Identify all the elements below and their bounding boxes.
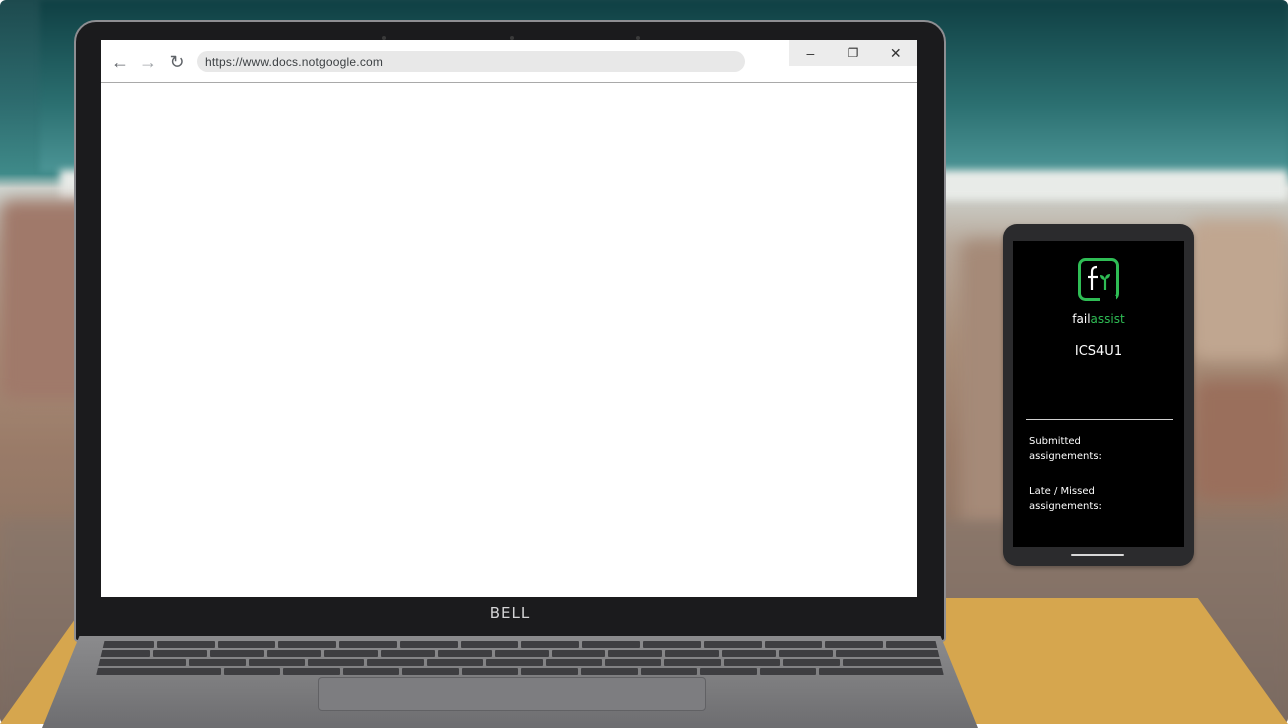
- laptop-screen: ← → ↻ https://www.docs.notgoogle.com – ❐…: [101, 40, 917, 597]
- submitted-assignments-label: Submitted assignements:: [1029, 436, 1102, 462]
- browser-toolbar: ← → ↻ https://www.docs.notgoogle.com – ❐…: [101, 40, 917, 83]
- restore-icon[interactable]: ❐: [832, 40, 875, 66]
- divider: [1026, 419, 1173, 420]
- laptop-brand-label: BELL: [489, 604, 531, 622]
- background-desk: [1190, 220, 1288, 360]
- reload-icon[interactable]: ↻: [167, 52, 187, 72]
- course-code: ICS4U1: [1074, 344, 1123, 359]
- app-name: failassist: [1013, 312, 1184, 326]
- keyboard: [96, 641, 944, 676]
- background-desk: [1195, 380, 1288, 500]
- minimize-icon[interactable]: –: [789, 40, 832, 66]
- close-icon[interactable]: ✕: [874, 40, 917, 66]
- phone-home-indicator[interactable]: [1071, 554, 1124, 556]
- trackpad[interactable]: [318, 677, 706, 711]
- failassist-logo-icon: [1078, 258, 1119, 303]
- forward-arrow-icon[interactable]: →: [138, 52, 158, 72]
- phone-screen: failassist ICS4U1 Submitted assignements…: [1013, 241, 1184, 547]
- browser-page-content[interactable]: [101, 84, 917, 597]
- window-controls: – ❐ ✕: [789, 40, 917, 66]
- app-name-suffix: assist: [1090, 312, 1125, 326]
- back-arrow-icon[interactable]: ←: [110, 52, 130, 72]
- address-bar[interactable]: https://www.docs.notgoogle.com: [197, 51, 745, 72]
- url-text: https://www.docs.notgoogle.com: [205, 54, 384, 69]
- app-name-prefix: fail: [1072, 312, 1091, 326]
- late-missed-assignments-label: Late / Missed assignements:: [1029, 486, 1102, 512]
